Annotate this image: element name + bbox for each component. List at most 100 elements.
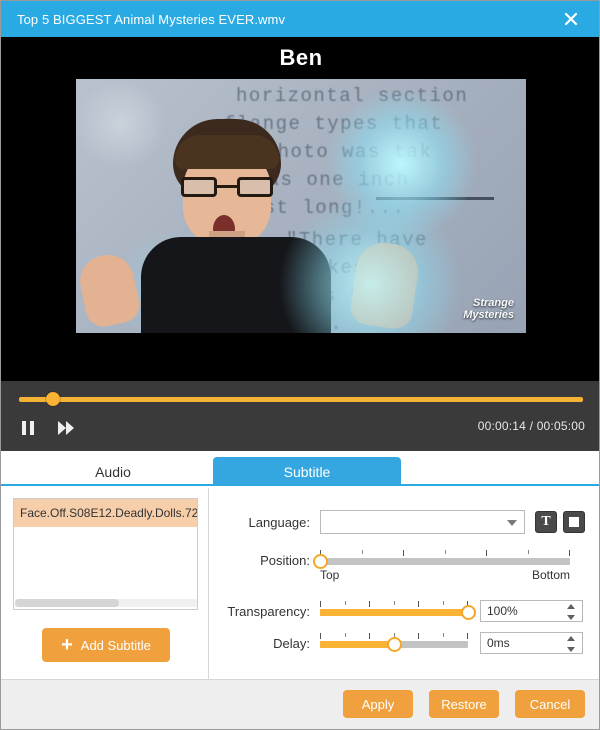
seek-bar[interactable]: [19, 392, 583, 406]
bg-text-line: horizontal section: [236, 85, 469, 107]
glasses-lens-right: [237, 177, 273, 197]
slider-tick: [362, 550, 363, 554]
footer-buttons: Apply Restore Cancel: [343, 690, 585, 718]
tab-audio-label: Audio: [95, 463, 131, 480]
slider-tick: [443, 633, 444, 637]
list-item[interactable]: Face.Off.S08E12.Deadly.Dolls.72: [14, 499, 197, 527]
position-max-label: Bottom: [531, 568, 570, 582]
delay-slider-handle[interactable]: [387, 637, 402, 652]
tab-bar: Audio Subtitle: [1, 451, 599, 486]
video-frame[interactable]: horizontal section flange types that is …: [76, 79, 526, 333]
pause-button[interactable]: [17, 417, 39, 439]
watermark-line-2: Mysteries: [463, 309, 514, 321]
add-subtitle-button[interactable]: + Add Subtitle: [42, 628, 170, 662]
person-glasses: [181, 177, 273, 197]
close-button[interactable]: [551, 1, 591, 37]
title-bar: Top 5 BIGGEST Animal Mysteries EVER.wmv: [1, 1, 599, 37]
glasses-bridge: [217, 185, 237, 188]
slider-tick: [443, 601, 444, 605]
transparency-slider-fill: [320, 609, 468, 616]
delay-value: 0ms: [487, 636, 510, 650]
person-torso: [141, 237, 331, 333]
video-stage: Ben horizontal section flange types that…: [1, 37, 599, 381]
transparency-input[interactable]: 100%: [480, 600, 583, 622]
subtitle-settings-dialog: Top 5 BIGGEST Animal Mysteries EVER.wmv …: [0, 0, 600, 730]
delay-row: Delay: 0ms: [210, 632, 599, 654]
close-icon: [564, 12, 578, 26]
glasses-lens-left: [181, 177, 217, 197]
restore-button[interactable]: Restore: [429, 690, 499, 718]
subtitle-list[interactable]: Face.Off.S08E12.Deadly.Dolls.72: [13, 498, 198, 610]
person-figure: [131, 119, 351, 333]
language-row: Language: T: [210, 510, 599, 534]
tab-audio[interactable]: Audio: [19, 457, 207, 486]
position-slider[interactable]: [313, 550, 570, 570]
language-label: Language:: [248, 514, 310, 530]
tab-subtitle[interactable]: Subtitle: [213, 457, 401, 486]
transparency-stepper[interactable]: [567, 604, 576, 620]
stepper-up-icon[interactable]: [567, 604, 575, 609]
position-range-labels: Top Bottom: [320, 568, 570, 582]
slider-tick: [369, 601, 370, 607]
transparency-row: Transparency: 100%: [210, 600, 599, 622]
playback-buttons: [17, 417, 77, 439]
slider-tick: [320, 601, 321, 607]
apply-button[interactable]: Apply: [343, 690, 413, 718]
bg-text-underline: [376, 197, 494, 200]
video-watermark: Strange Mysteries: [463, 297, 514, 321]
position-label: Position:: [260, 552, 310, 568]
window-title: Top 5 BIGGEST Animal Mysteries EVER.wmv: [17, 11, 286, 27]
add-subtitle-label: Add Subtitle: [80, 637, 151, 653]
current-time: 00:00:14: [477, 419, 527, 433]
plus-icon: +: [61, 634, 73, 656]
stepper-down-icon[interactable]: [567, 647, 575, 652]
slider-tick: [394, 601, 395, 605]
seek-track[interactable]: [19, 397, 583, 402]
slider-tick: [467, 633, 468, 639]
fast-forward-icon: [58, 421, 74, 435]
transparency-slider[interactable]: [320, 601, 476, 621]
cancel-button[interactable]: Cancel: [515, 690, 585, 718]
person-fringe: [175, 135, 279, 169]
color-square-icon: [569, 517, 579, 527]
slider-tick: [528, 550, 529, 554]
transparency-value: 100%: [487, 604, 518, 618]
position-slider-ticks: [320, 550, 570, 557]
font-color-button[interactable]: [563, 511, 585, 533]
delay-slider-fill: [320, 641, 394, 648]
subtitle-list-hscrollbar[interactable]: [15, 599, 197, 607]
stepper-down-icon[interactable]: [567, 615, 575, 620]
delay-slider[interactable]: [320, 633, 468, 653]
delay-input[interactable]: 0ms: [480, 632, 583, 654]
tab-subtitle-label: Subtitle: [283, 463, 331, 480]
stepper-up-icon[interactable]: [567, 636, 575, 641]
position-slider-handle[interactable]: [313, 554, 328, 569]
delay-label: Delay:: [273, 635, 310, 651]
position-slider-track[interactable]: [320, 558, 570, 565]
slider-tick: [445, 550, 446, 554]
slider-tick: [403, 550, 404, 556]
seek-handle[interactable]: [46, 392, 60, 406]
tab-content-subtitle: Face.Off.S08E12.Deadly.Dolls.72 + Add Su…: [1, 488, 599, 679]
slider-tick: [345, 601, 346, 605]
dialog-footer: Apply Restore Cancel: [1, 679, 599, 729]
player-controls: 00:00:14 / 00:05:00: [1, 381, 599, 451]
fast-forward-button[interactable]: [55, 417, 77, 439]
slider-tick: [486, 550, 487, 556]
text-font-icon: T: [541, 514, 551, 529]
language-select[interactable]: [320, 510, 525, 534]
transparency-slider-ticks: [320, 601, 468, 608]
transparency-slider-handle[interactable]: [461, 605, 476, 620]
slider-tick: [320, 633, 321, 639]
slider-tick: [418, 601, 419, 607]
subtitle-settings-pane: Language: T Position: Top Bottom Transpa…: [210, 488, 599, 679]
pause-icon: [22, 421, 34, 435]
subtitle-list-hscroll-thumb[interactable]: [15, 599, 119, 607]
subtitle-list-pane: Face.Off.S08E12.Deadly.Dolls.72 + Add Su…: [1, 488, 209, 679]
font-style-button[interactable]: T: [535, 511, 557, 533]
delay-stepper[interactable]: [567, 636, 576, 652]
slider-tick: [569, 550, 570, 556]
total-time: 00:05:00: [536, 419, 585, 433]
transparency-label: Transparency:: [227, 603, 310, 619]
video-overlay-title: Ben: [279, 45, 323, 70]
